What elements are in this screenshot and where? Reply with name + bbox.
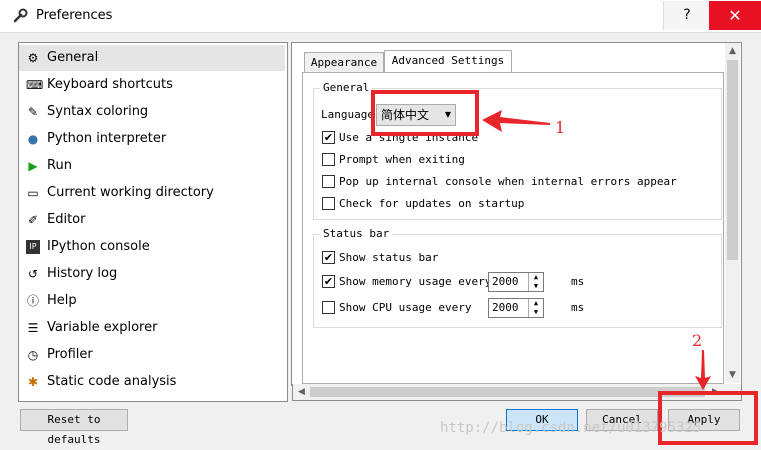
sidebar-item-history-log[interactable]: ↺ History log [19, 261, 285, 287]
ipython-icon: IP [26, 240, 40, 254]
sidebar-item-syntax-coloring[interactable]: ✎ Syntax coloring [19, 99, 285, 125]
python-icon: ● [27, 132, 39, 146]
sidebar-item-ipython-console[interactable]: IP IPython console [19, 234, 285, 260]
annotation-number-2: 2 [692, 331, 703, 350]
show-status-checkbox[interactable]: ✔ [322, 251, 335, 264]
play-icon: ▶ [28, 159, 38, 173]
sidebar-item-label: Python interpreter [47, 131, 167, 146]
stepper-up-icon[interactable]: ▲ [528, 299, 543, 308]
sidebar-item-label: General [47, 50, 99, 65]
sidebar-item-profiler[interactable]: ◷ Profiler [19, 342, 285, 368]
reset-defaults-button[interactable]: Reset to defaults [20, 409, 128, 446]
show-status-label: Show status bar [339, 251, 439, 264]
sidebar-item-keyboard-shortcuts[interactable]: ⌨ Keyboard shortcuts [19, 72, 285, 98]
stepper-down-icon[interactable]: ▼ [528, 282, 543, 291]
stepper-down-icon[interactable]: ▼ [528, 308, 543, 317]
sidebar-item-label: Syntax coloring [47, 104, 149, 119]
close-button[interactable]: ✕ [709, 1, 761, 30]
window-title: Preferences [36, 8, 113, 23]
history-icon: ↺ [27, 267, 39, 281]
sidebar-item-label: Static code analysis [47, 374, 177, 389]
sidebar-item-label: IPython console [47, 239, 150, 254]
sidebar-item-variable-explorer[interactable]: ☰ Variable explorer [19, 315, 285, 341]
single-instance-checkbox[interactable]: ✔ [322, 131, 335, 144]
watermark-text: http://blog.csdn.net/u013795325 [440, 420, 702, 436]
sidebar-item-label: Run [47, 158, 72, 173]
sidebar-item-working-directory[interactable]: ▭ Current working directory [19, 180, 285, 206]
cpu-interval-stepper[interactable]: 2000 ▲ ▼ [488, 298, 544, 318]
sidebar-item-label: Editor [47, 212, 86, 227]
tab-appearance[interactable]: Appearance [304, 52, 384, 73]
sidebar-item-editor[interactable]: ✐ Editor [19, 207, 285, 233]
check-updates-checkbox[interactable] [322, 197, 335, 210]
help-button[interactable]: ? [663, 1, 710, 30]
editor-icon: ✐ [27, 213, 39, 227]
sidebar-item-general[interactable]: ⚙ General [19, 45, 285, 71]
keyboard-icon: ⌨ [26, 78, 44, 92]
vertical-scroll-thumb[interactable] [727, 60, 738, 260]
scroll-up-icon[interactable]: ▲ [725, 46, 740, 56]
scroll-down-icon[interactable]: ▼ [725, 370, 740, 380]
wrench-icon [13, 8, 28, 23]
sidebar-item-help[interactable]: ⓘ Help [19, 288, 285, 314]
sidebar-item-label: Keyboard shortcuts [47, 77, 173, 92]
magnifier-icon: ✱ [27, 375, 39, 389]
cpu-interval-value: 2000 [492, 301, 519, 314]
show-cpu-checkbox[interactable] [322, 301, 335, 314]
show-memory-label: Show memory usage every [339, 275, 492, 288]
prompt-exit-checkbox[interactable] [322, 153, 335, 166]
sidebar-item-label: History log [47, 266, 118, 281]
memory-interval-value: 2000 [492, 275, 519, 288]
status-bar-group-title: Status bar [320, 227, 393, 240]
sidebar-item-python-interpreter[interactable]: ● Python interpreter [19, 126, 285, 152]
sidebar-item-label: Current working directory [47, 185, 214, 200]
table-icon: ☰ [27, 321, 39, 335]
annotation-arrow-left-icon [482, 110, 550, 132]
language-label: Language [321, 108, 374, 121]
sidebar-item-run[interactable]: ▶ Run [19, 153, 285, 179]
folder-icon: ▭ [27, 186, 39, 200]
horizontal-scroll-thumb[interactable] [310, 387, 705, 397]
popup-console-label: Pop up internal console when internal er… [339, 175, 677, 188]
eyedropper-icon: ✎ [27, 105, 39, 119]
sidebar-item-label: Profiler [47, 347, 93, 362]
annotation-box-language [371, 90, 479, 136]
cpu-unit: ms [571, 301, 585, 314]
annotation-number-1: 1 [555, 118, 566, 137]
popup-console-checkbox[interactable] [322, 175, 335, 188]
sidebar-item-label: Help [47, 293, 77, 308]
annotation-arrow-down-icon [695, 350, 711, 390]
tab-advanced-settings[interactable]: Advanced Settings [384, 50, 512, 74]
stepper-up-icon[interactable]: ▲ [528, 273, 543, 282]
prompt-exit-label: Prompt when exiting [339, 153, 465, 166]
clock-icon: ◷ [27, 348, 39, 362]
show-memory-checkbox[interactable]: ✔ [322, 275, 335, 288]
general-group-title: General [320, 81, 373, 94]
gears-icon: ⚙ [27, 51, 39, 65]
sidebar-item-label: Variable explorer [47, 320, 158, 335]
help-icon: ⓘ [26, 294, 39, 308]
preferences-sidebar: ⚙ General ⌨ Keyboard shortcuts ✎ Syntax … [18, 42, 288, 402]
show-cpu-label: Show CPU usage every [339, 301, 472, 314]
memory-interval-stepper[interactable]: 2000 ▲ ▼ [488, 272, 544, 292]
title-bar [0, 0, 761, 33]
scroll-left-icon[interactable]: ◀ [294, 387, 309, 397]
sidebar-item-static-code-analysis[interactable]: ✱ Static code analysis [19, 369, 285, 395]
check-updates-label: Check for updates on startup [339, 197, 525, 210]
annotation-box-apply [658, 391, 758, 445]
memory-unit: ms [571, 275, 585, 288]
